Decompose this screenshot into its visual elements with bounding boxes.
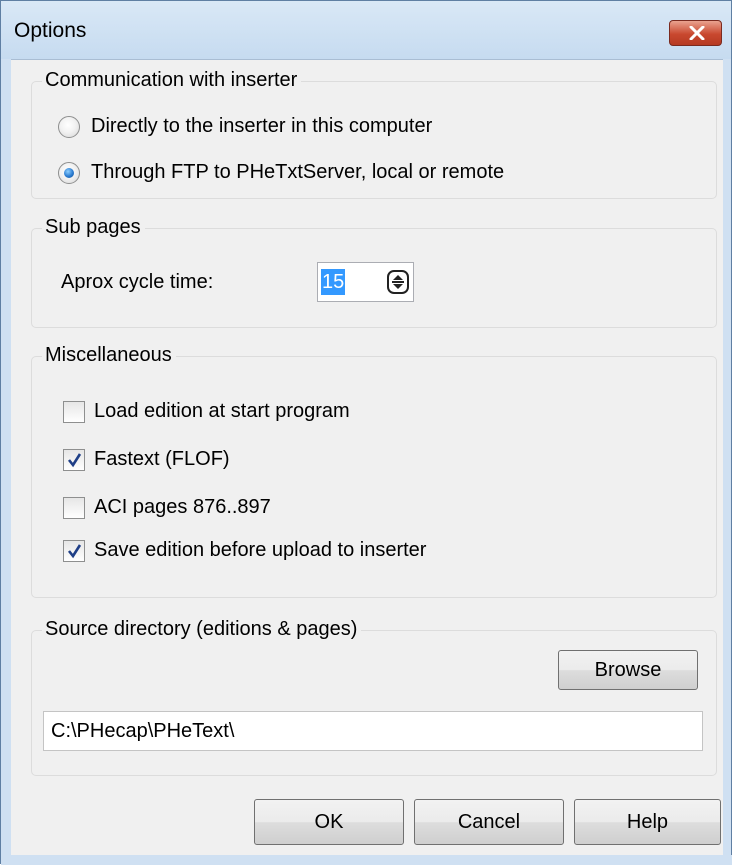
- source-directory-legend: Source directory (editions & pages): [42, 618, 362, 641]
- browse-button-label: Browse: [594, 658, 662, 681]
- communication-group: Communication with inserter Directly to …: [31, 69, 717, 199]
- check-fastext-label[interactable]: Fastext (FLOF): [94, 448, 230, 471]
- help-button[interactable]: Help: [574, 799, 721, 845]
- communication-legend: Communication with inserter: [42, 69, 302, 92]
- check-fastext-row[interactable]: Fastext (FLOF): [63, 448, 230, 471]
- radio-direct[interactable]: [58, 115, 80, 138]
- radio-ftp-label[interactable]: Through FTP to PHeTxtServer, local or re…: [91, 161, 504, 184]
- ok-button-label: OK: [314, 810, 344, 833]
- spin-arrows-icon[interactable]: [387, 270, 409, 294]
- checkmark-icon: [67, 543, 82, 558]
- browse-button[interactable]: Browse: [558, 650, 698, 690]
- radio-direct-label[interactable]: Directly to the inserter in this compute…: [91, 115, 432, 138]
- cycle-time-spinner[interactable]: 15: [317, 262, 414, 302]
- cancel-button[interactable]: Cancel: [414, 799, 564, 845]
- options-dialog: Options Communication with inserter Dire…: [0, 0, 732, 865]
- close-icon: [689, 26, 705, 40]
- dialog-client-area: Communication with inserter Directly to …: [11, 59, 723, 856]
- ok-button[interactable]: OK: [254, 799, 404, 845]
- source-path-input[interactable]: C:\PHecap\PHeText\: [43, 711, 703, 751]
- check-save-edition-label[interactable]: Save edition before upload to inserter: [94, 539, 426, 562]
- check-load-edition-row[interactable]: Load edition at start program: [63, 400, 350, 423]
- help-button-label: Help: [626, 810, 669, 833]
- cycle-time-label: Aprox cycle time:: [61, 271, 214, 293]
- radio-ftp[interactable]: [58, 161, 80, 184]
- check-fastext[interactable]: [63, 448, 85, 471]
- cancel-button-label: Cancel: [457, 810, 521, 833]
- check-save-edition-row[interactable]: Save edition before upload to inserter: [63, 539, 426, 562]
- check-load-edition-label[interactable]: Load edition at start program: [94, 400, 350, 423]
- checkmark-icon: [67, 452, 82, 467]
- check-aci[interactable]: [63, 496, 85, 519]
- window-title: Options: [14, 19, 87, 42]
- radio-direct-row[interactable]: Directly to the inserter in this compute…: [58, 115, 432, 138]
- sub-pages-legend: Sub pages: [42, 216, 145, 239]
- check-load-edition[interactable]: [63, 400, 85, 423]
- check-aci-row[interactable]: ACI pages 876..897: [63, 496, 271, 519]
- close-button[interactable]: [669, 20, 722, 46]
- cycle-time-value[interactable]: 15: [321, 269, 346, 295]
- check-aci-label[interactable]: ACI pages 876..897: [94, 496, 271, 519]
- misc-legend: Miscellaneous: [42, 344, 176, 367]
- check-save-edition[interactable]: [63, 539, 85, 562]
- title-bar[interactable]: Options: [1, 1, 731, 59]
- radio-ftp-row[interactable]: Through FTP to PHeTxtServer, local or re…: [58, 161, 504, 184]
